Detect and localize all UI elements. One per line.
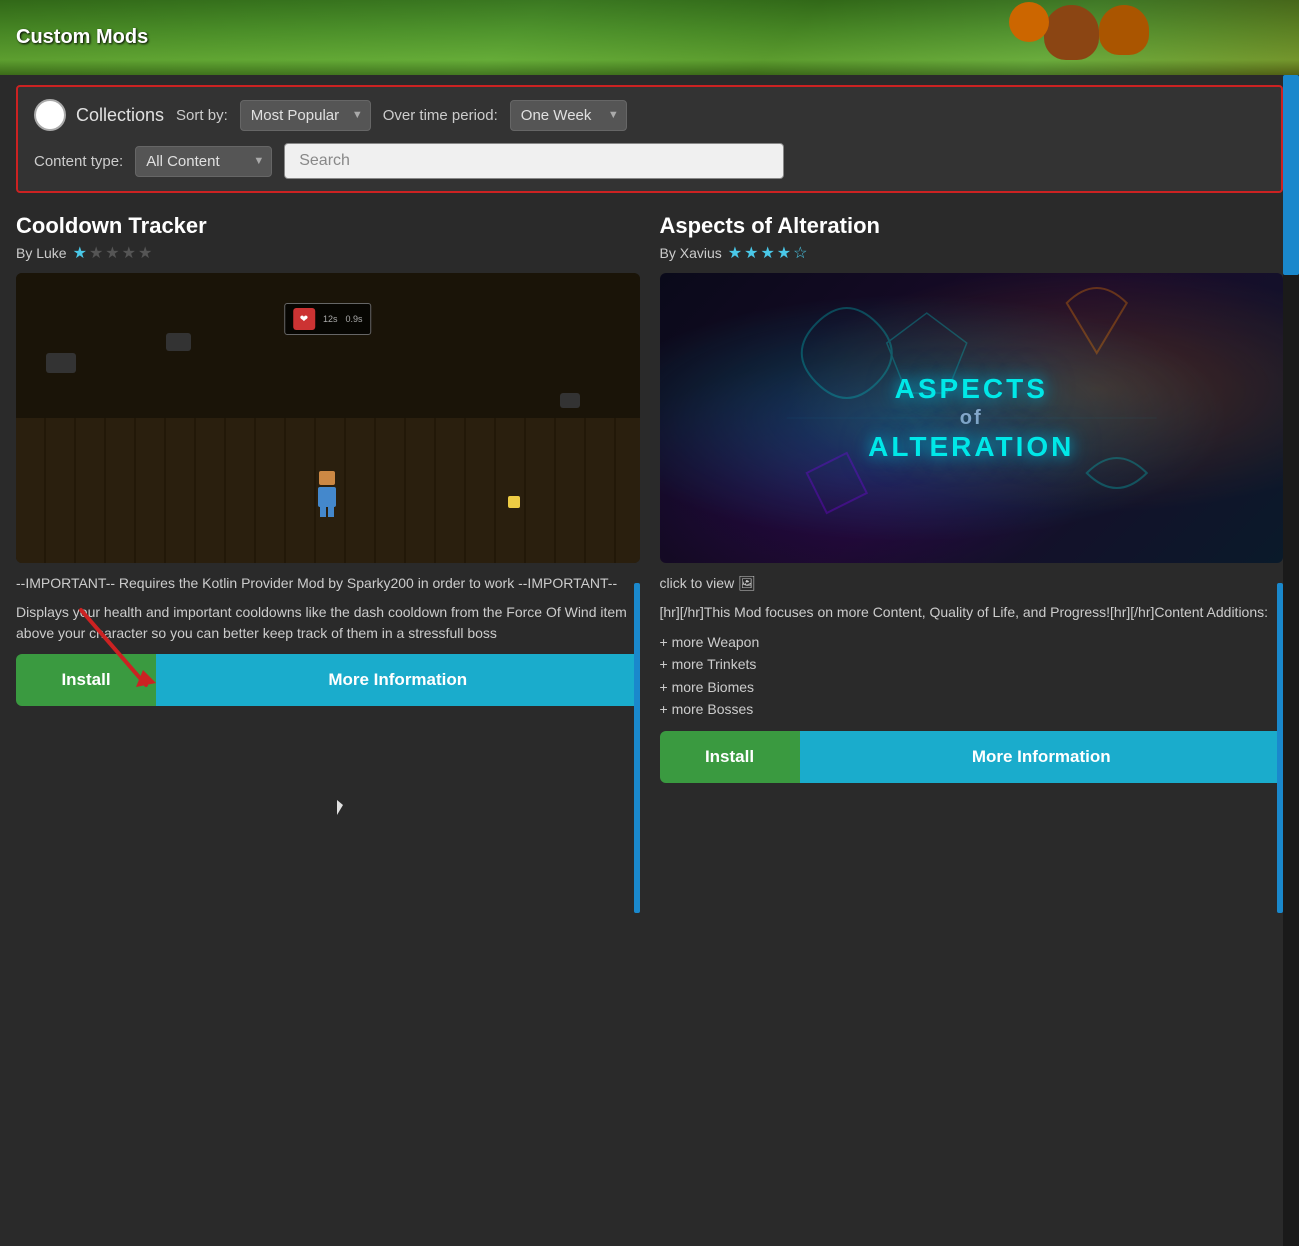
filter-bar: Collections Sort by: Most Popular Newest… [16,85,1283,193]
char-leg-right [328,507,334,517]
time-period-wrapper[interactable]: One Week One Month All Time [510,100,627,131]
aspects-title-graphic: ASPECTS of ALTERATION [868,372,1074,463]
mod-author-row-cooldown: By Luke ★ ★ ★ ★ ★ [16,243,640,263]
header-banner: Custom Mods [0,0,1299,75]
mod-author-aspects: By Xavius [660,245,722,261]
cooldown-hud: ❤ 12s 0.9s [284,303,372,335]
banner-decorations [0,0,1299,75]
mod-thumbnail-cooldown: ❤ 12s 0.9s [16,273,640,563]
time-period-select[interactable]: One Week One Month All Time [510,100,627,131]
star-3: ★ [760,243,774,263]
mod-stars-cooldown: ★ ★ ★ ★ ★ [73,243,153,263]
char-leg-left [320,507,326,517]
sort-by-label: Sort by: [176,107,228,124]
hud-timer-2: 0.9s [346,314,363,324]
time-period-label: Over time period: [383,107,498,124]
mod-card-cooldown-tracker: Cooldown Tracker By Luke ★ ★ ★ ★ ★ [16,213,640,783]
char-body [318,487,336,507]
hud-timer-1: 12s [323,314,338,324]
mod-description-cooldown: --IMPORTANT-- Requires the Kotlin Provid… [16,573,640,644]
mod-author-row-aspects: By Xavius ★ ★ ★ ★ ☆ [660,243,1284,263]
star-4: ★ [122,243,136,263]
list-item: + more Trinkets [660,653,1284,675]
mod-features-list: + more Weapon + more Trinkets + more Bio… [660,631,1284,721]
list-item: + more Weapon [660,631,1284,653]
hud-item-1: ❤ [293,308,315,330]
mod-actions-cooldown: Install More Information [16,654,640,706]
sort-by-select[interactable]: Most Popular Newest Alphabetical Rating [240,100,371,131]
mod-thumbnail-aspects: ASPECTS of ALTERATION [660,273,1284,563]
star-1: ★ [728,243,742,263]
star-3: ★ [105,243,119,263]
scrollbar-thumb[interactable] [1283,75,1299,275]
card-accent-cooldown [634,583,640,913]
collections-toggle-circle[interactable] [34,99,66,131]
sort-by-wrapper[interactable]: Most Popular Newest Alphabetical Rating [240,100,371,131]
install-button-cooldown[interactable]: Install [16,654,156,706]
star-2: ★ [89,243,103,263]
mod-author-cooldown: By Luke [16,245,67,261]
mod-title-cooldown: Cooldown Tracker [16,213,640,239]
filter-row-1: Collections Sort by: Most Popular Newest… [34,99,1265,131]
list-item: + more Bosses [660,698,1284,720]
list-item: + more Biomes [660,676,1284,698]
content-type-select[interactable]: All Content Mods Maps Texture Packs [135,146,272,177]
filter-row-2: Content type: All Content Mods Maps Text… [34,143,1265,179]
dungeon-wall [16,273,640,433]
mod-card-aspects: Aspects of Alteration By Xavius ★ ★ ★ ★ … [660,213,1284,783]
mods-grid: Cooldown Tracker By Luke ★ ★ ★ ★ ★ [16,213,1283,793]
star-4: ★ [777,243,791,263]
search-input[interactable] [284,143,784,179]
mod-description-aspects: click to view 🖼 [hr][/hr]This Mod focuse… [660,573,1284,721]
cooldown-scene: ❤ 12s 0.9s [16,273,640,563]
mouse-cursor [337,800,349,818]
star-1: ★ [73,243,87,263]
install-button-aspects[interactable]: Install [660,731,800,783]
main-content: Collections Sort by: Most Popular Newest… [0,75,1299,803]
mod-stars-aspects: ★ ★ ★ ★ ☆ [728,243,808,263]
character-sprite [315,471,339,503]
star-2: ★ [744,243,758,263]
star-5: ☆ [793,243,807,263]
content-type-wrapper[interactable]: All Content Mods Maps Texture Packs [135,146,272,177]
rock-1 [46,353,76,373]
char-head [319,471,335,485]
rock-3 [166,333,191,351]
collections-label: Collections [76,105,164,126]
content-type-label: Content type: [34,153,123,170]
scrollbar-track [1283,75,1299,1246]
ground-item [508,496,520,508]
mod-actions-aspects: Install More Information [660,731,1284,783]
char-legs [315,507,339,517]
star-5: ★ [138,243,152,263]
aspects-scene: ASPECTS of ALTERATION [660,273,1284,563]
more-info-button-aspects[interactable]: More Information [800,731,1284,783]
app-title: Custom Mods [16,26,148,49]
rock-2 [560,393,580,408]
more-info-button-cooldown[interactable]: More Information [156,654,640,706]
mod-title-aspects: Aspects of Alteration [660,213,1284,239]
collections-toggle[interactable]: Collections [34,99,164,131]
